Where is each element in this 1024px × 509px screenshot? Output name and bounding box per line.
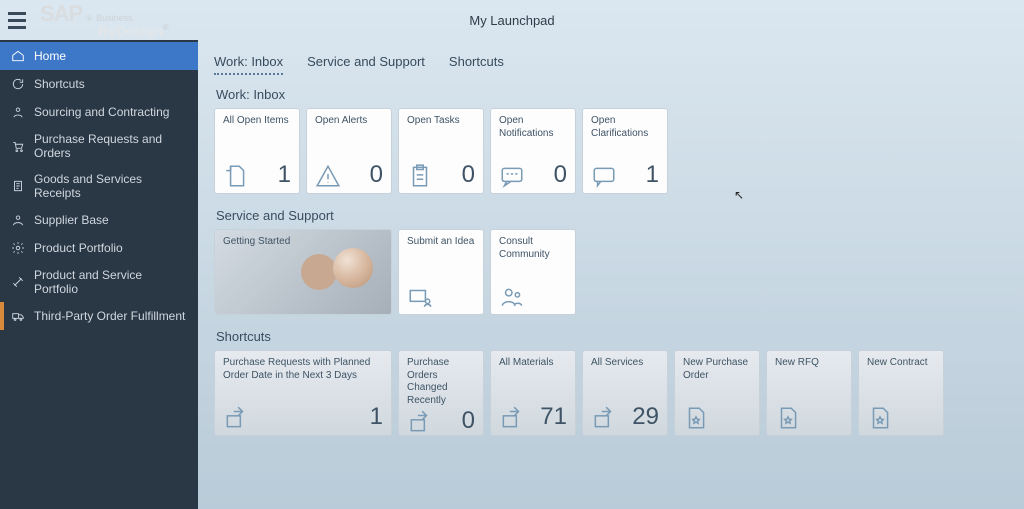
receipt-icon [10, 178, 26, 194]
sidebar-item-label: Shortcuts [34, 77, 85, 91]
arrow-box-icon [407, 409, 433, 435]
cart-icon [10, 138, 26, 154]
tile-label: Open Tasks [407, 115, 475, 128]
sidebar-item-label: Goods and Services Receipts [34, 172, 188, 200]
sidebar-item-third-party[interactable]: Third-Party Order Fulfillment [0, 302, 198, 330]
refresh-icon [10, 76, 26, 92]
sidebar-item-sourcing[interactable]: Sourcing and Contracting [0, 98, 198, 126]
service-support-row: Getting Started Submit an Idea Consult C… [214, 229, 1008, 315]
tile-label: All Open Items [223, 115, 291, 128]
tile-all-materials[interactable]: All Materials 71 [490, 350, 576, 436]
sidebar-item-product-service-portfolio[interactable]: Product and Service Portfolio [0, 262, 198, 302]
brand-main: SAP [40, 1, 82, 27]
sidebar-item-product-portfolio[interactable]: Product Portfolio [0, 234, 198, 262]
tile-label: New Purchase Order [683, 357, 751, 382]
tile-open-alerts[interactable]: Open Alerts 0 [306, 108, 392, 194]
doc-icon [223, 163, 249, 189]
tools-icon [10, 274, 26, 290]
doc-star-icon [775, 405, 801, 431]
sidebar-item-label: Sourcing and Contracting [34, 105, 169, 119]
tile-label: New RFQ [775, 357, 843, 370]
truck-icon [10, 308, 26, 324]
tile-value: 0 [554, 161, 567, 189]
tile-label: Open Clarifications [591, 115, 659, 140]
doc-star-icon [867, 405, 893, 431]
sidebar-item-shortcuts[interactable]: Shortcuts [0, 70, 198, 98]
logo: SAP ® Business ByDesign® [40, 1, 169, 39]
chat-icon [499, 163, 525, 189]
tile-new-rfq[interactable]: New RFQ [766, 350, 852, 436]
clipboard-icon [407, 163, 433, 189]
page-title: My Launchpad [469, 13, 554, 28]
home-icon [10, 48, 26, 64]
sidebar-item-supplier-base[interactable]: Supplier Base [0, 206, 198, 234]
sidebar-item-label: Purchase Requests and Orders [34, 132, 188, 160]
brand-sup: Business [96, 13, 168, 23]
arrow-box-icon [591, 405, 617, 431]
tile-label: Purchase Orders Changed Recently [407, 357, 475, 407]
tile-label: Getting Started [223, 236, 290, 249]
brand-sub: ByDesign [98, 23, 163, 39]
tile-label: All Materials [499, 357, 567, 370]
sidebar-item-label: Home [34, 49, 66, 63]
tile-open-clarifications[interactable]: Open Clarifications 1 [582, 108, 668, 194]
doc-star-icon [683, 405, 709, 431]
tile-value: 1 [370, 403, 383, 431]
tabs: Work: Inbox Service and Support Shortcut… [214, 50, 1008, 75]
tile-all-services[interactable]: All Services 29 [582, 350, 668, 436]
sidebar-item-purchase-requests[interactable]: Purchase Requests and Orders [0, 126, 198, 166]
sidebar-item-label: Third-Party Order Fulfillment [34, 309, 185, 323]
tile-label: New Contract [867, 357, 935, 370]
tile-getting-started[interactable]: Getting Started [214, 229, 392, 315]
tile-open-tasks[interactable]: Open Tasks 0 [398, 108, 484, 194]
topbar: SAP ® Business ByDesign® My Launchpad [0, 0, 1024, 40]
tile-label: Purchase Requests with Planned Order Dat… [223, 357, 383, 382]
tile-value: 0 [462, 161, 475, 189]
tile-value: 0 [462, 407, 475, 435]
person-icon [10, 104, 26, 120]
section-title-work-inbox: Work: Inbox [216, 87, 1008, 102]
tile-label: Open Notifications [499, 115, 567, 140]
tile-purchase-orders-changed[interactable]: Purchase Orders Changed Recently 0 [398, 350, 484, 436]
people-icon [499, 284, 525, 310]
sidebar-item-goods-receipts[interactable]: Goods and Services Receipts [0, 166, 198, 206]
sidebar: Home Shortcuts Sourcing and Contracting … [0, 40, 198, 509]
menu-toggle[interactable] [0, 2, 34, 39]
tile-value: 1 [278, 161, 291, 189]
tile-consult-community[interactable]: Consult Community [490, 229, 576, 315]
tab-shortcuts[interactable]: Shortcuts [449, 50, 504, 75]
gear-icon [10, 240, 26, 256]
tile-value: 71 [540, 403, 567, 431]
tile-new-contract[interactable]: New Contract [858, 350, 944, 436]
tile-value: 29 [632, 403, 659, 431]
supplier-icon [10, 212, 26, 228]
tile-purchase-requests-planned[interactable]: Purchase Requests with Planned Order Dat… [214, 350, 392, 436]
card-people-icon [407, 284, 433, 310]
sidebar-item-label: Product and Service Portfolio [34, 268, 188, 296]
bubble-icon [591, 163, 617, 189]
arrow-box-icon [223, 405, 249, 431]
tab-service-support[interactable]: Service and Support [307, 50, 425, 75]
work-inbox-row: All Open Items 1 Open Alerts 0 Open Task… [214, 108, 1008, 194]
shortcuts-row: Purchase Requests with Planned Order Dat… [214, 350, 1008, 436]
tile-all-open-items[interactable]: All Open Items 1 [214, 108, 300, 194]
section-title-service-support: Service and Support [216, 208, 1008, 223]
main-content: Work: Inbox Service and Support Shortcut… [198, 40, 1024, 509]
tile-label: All Services [591, 357, 659, 370]
tile-label: Open Alerts [315, 115, 383, 128]
tile-label: Submit an Idea [407, 236, 475, 249]
tile-open-notifications[interactable]: Open Notifications 0 [490, 108, 576, 194]
alert-icon [315, 163, 341, 189]
sidebar-item-label: Supplier Base [34, 213, 109, 227]
tile-submit-idea[interactable]: Submit an Idea [398, 229, 484, 315]
tile-new-purchase-order[interactable]: New Purchase Order [674, 350, 760, 436]
tab-work-inbox[interactable]: Work: Inbox [214, 50, 283, 75]
sidebar-item-label: Product Portfolio [34, 241, 123, 255]
tile-value: 1 [646, 161, 659, 189]
tile-label: Consult Community [499, 236, 567, 261]
section-title-shortcuts: Shortcuts [216, 329, 1008, 344]
sidebar-item-home[interactable]: Home [0, 42, 198, 70]
tile-value: 0 [370, 161, 383, 189]
arrow-box-icon [499, 405, 525, 431]
